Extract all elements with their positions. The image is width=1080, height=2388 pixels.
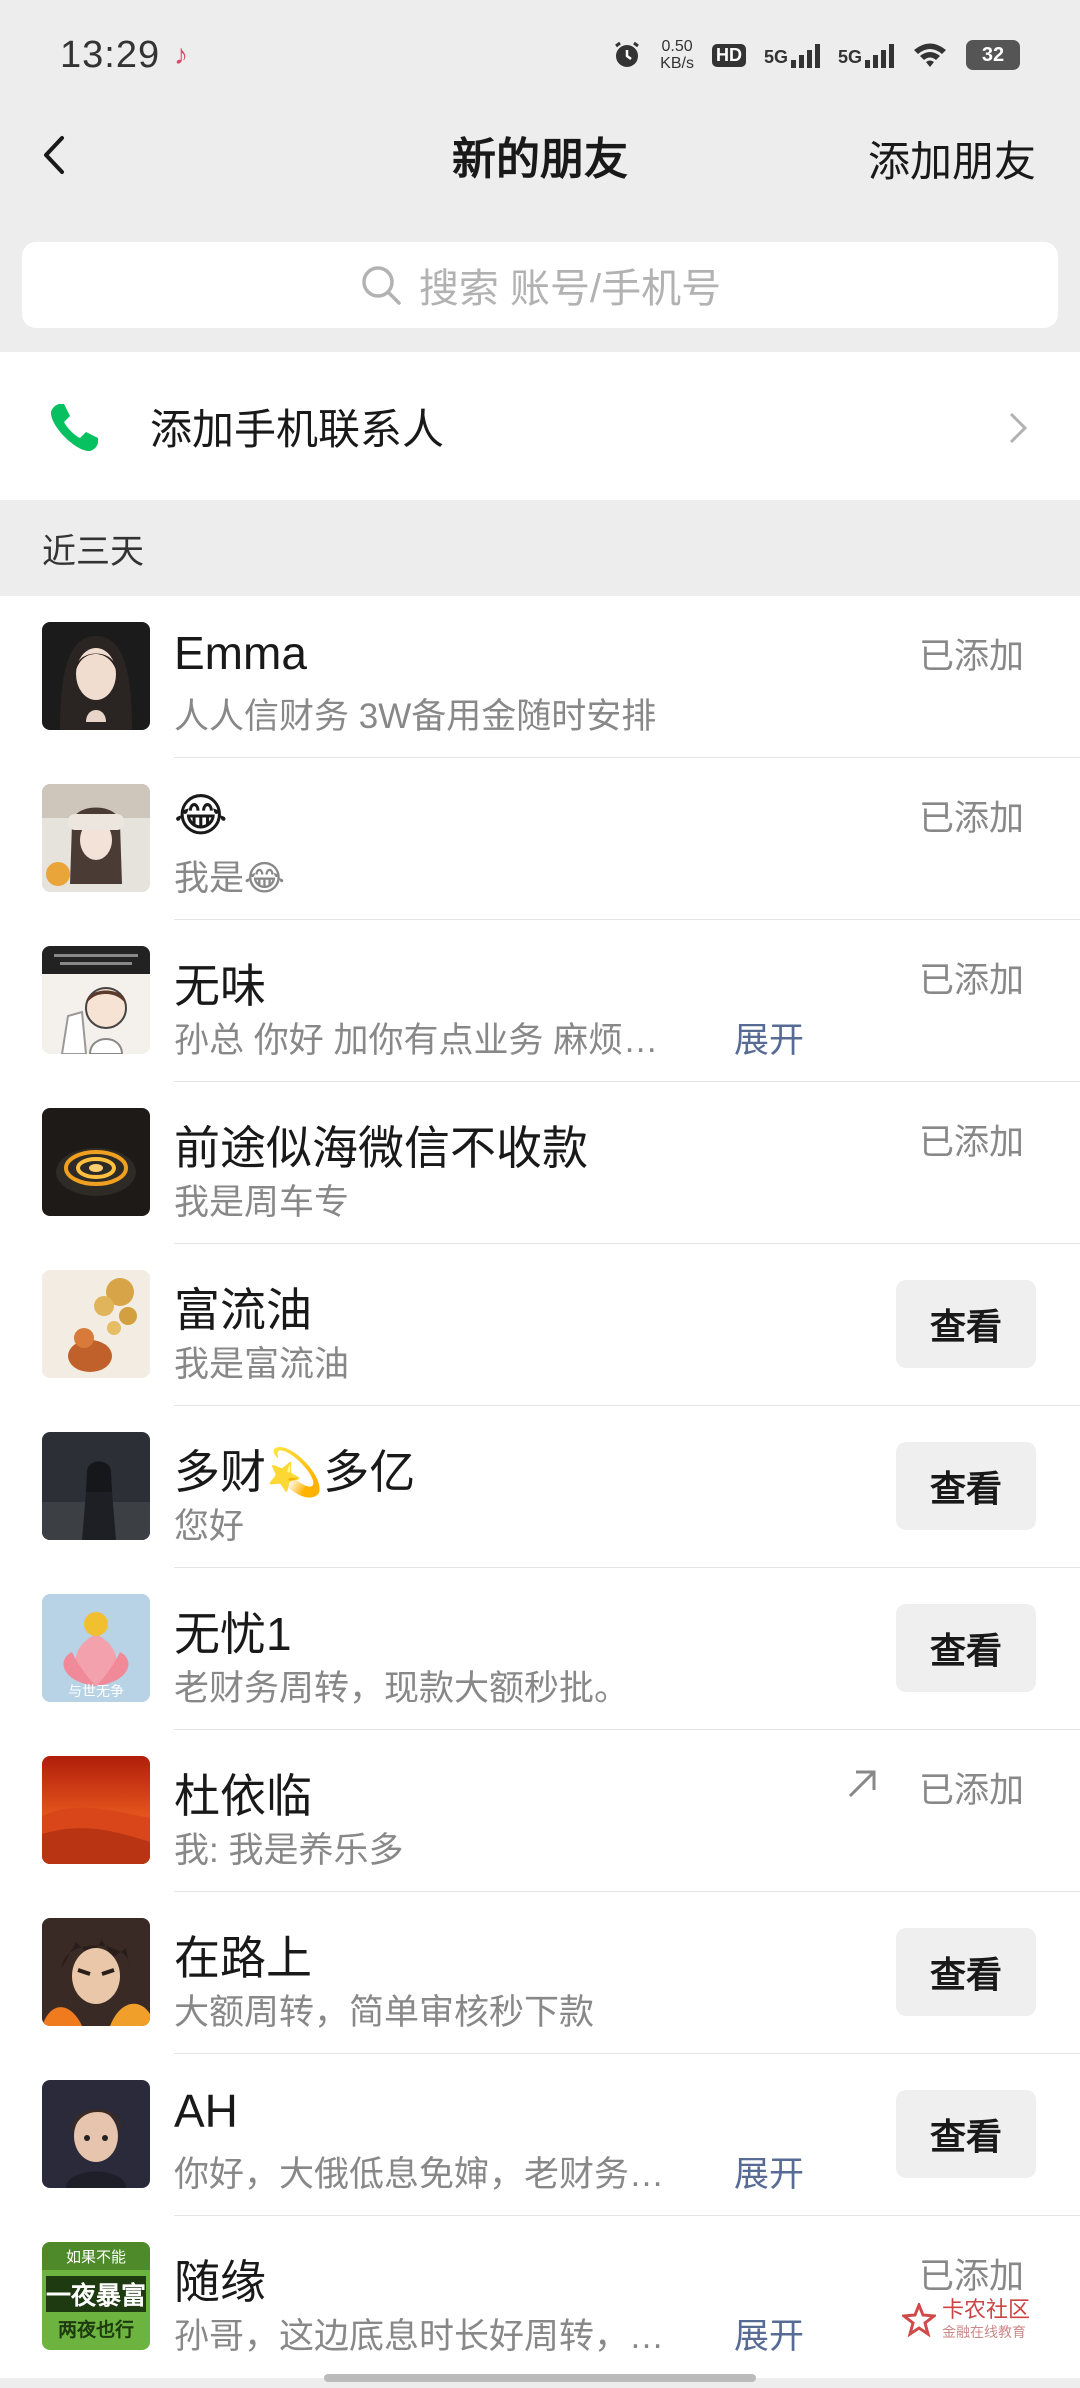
avatar — [42, 622, 150, 730]
chevron-right-icon — [1009, 412, 1028, 444]
avatar — [42, 1756, 150, 1864]
back-icon[interactable] — [34, 132, 80, 178]
watermark-logo-icon — [902, 2303, 936, 2337]
request-message: 人人信财务 3W备用金随时安排 — [174, 697, 657, 736]
avatar — [42, 1918, 150, 2026]
request-message: 孙总 你好 加你有点业务 麻烦… — [174, 1021, 659, 1060]
added-status: 已添加 — [918, 1123, 1024, 1162]
status-time: 13:29 — [60, 33, 161, 76]
friend-request-list: Emma 人人信财务 3W备用金随时安排 已添加 😂 我是😂 已添加 无味 孙总… — [0, 596, 1080, 2378]
section-header-recent: 近三天 — [0, 500, 1080, 596]
signal-5g-icon-2: 5G — [838, 42, 894, 68]
hd-icon: HD — [711, 43, 746, 67]
request-message: 你好，大俄低息免婶，老财务… — [174, 2155, 665, 2194]
avatar-caption-1: 如果不能 — [66, 2248, 126, 2266]
avatar — [42, 2080, 150, 2188]
request-message: 老财务周转，现款大额秒批。 — [174, 1669, 630, 1708]
list-item[interactable]: 😂 我是😂 已添加 — [0, 758, 1080, 920]
search-input[interactable]: 搜索 账号/手机号 — [22, 242, 1058, 328]
tiktok-icon: ♪ — [174, 39, 189, 70]
home-indicator[interactable] — [324, 2374, 756, 2382]
request-message: 我: 我是养乐多 — [174, 1831, 404, 1870]
request-message: 我是富流油 — [174, 1345, 350, 1384]
list-item[interactable]: 前途似海微信不收款 我是周车专 已添加 — [0, 1082, 1080, 1244]
phone-icon — [50, 404, 98, 452]
view-button[interactable]: 查看 — [896, 1604, 1036, 1692]
list-item[interactable]: 如果不能 一夜暴富 两夜也行 随缘 孙哥，这边底息时长好周转，… 展开 已添加 — [0, 2216, 1080, 2378]
contact-name: 在路上 — [174, 1932, 312, 1984]
list-item[interactable]: 杜依临 我: 我是养乐多 已添加 — [0, 1730, 1080, 1892]
added-status: 已添加 — [918, 637, 1024, 676]
avatar — [42, 1108, 150, 1216]
view-button[interactable]: 查看 — [896, 1280, 1036, 1368]
request-message: 您好 — [174, 1507, 245, 1546]
request-message: 我是😂 — [174, 859, 285, 899]
contact-name: 多财💫多亿 — [174, 1445, 416, 1499]
contact-name: 😂 — [174, 788, 228, 842]
avatar-caption: 与世无争 — [68, 1684, 124, 1700]
contact-name: AH — [174, 2085, 238, 2137]
signal-5g-icon-1: 5G — [764, 42, 820, 68]
search-placeholder: 搜索 账号/手机号 — [418, 267, 722, 311]
add-friend-button[interactable]: 添加朋友 — [868, 128, 1036, 189]
wifi-icon — [914, 43, 946, 67]
watermark-name: 卡农社区 — [942, 2297, 1031, 2322]
avatar — [42, 946, 150, 1054]
list-item[interactable]: 在路上 大额周转，简单审核秒下款 查看 — [0, 1892, 1080, 2054]
list-item[interactable]: 与世无争 无忧1 老财务周转，现款大额秒批。 查看 — [0, 1568, 1080, 1730]
contact-name: 随缘 — [174, 2256, 266, 2308]
search-icon — [362, 266, 401, 305]
watermark-sub: 金融在线教育 — [942, 2324, 1026, 2340]
list-item[interactable]: AH 你好，大俄低息免婶，老财务… 展开 查看 — [0, 2054, 1080, 2216]
list-item[interactable]: 无味 孙总 你好 加你有点业务 麻烦… 展开 已添加 — [0, 920, 1080, 1082]
avatar — [42, 784, 150, 892]
list-item[interactable]: Emma 人人信财务 3W备用金随时安排 已添加 — [0, 596, 1080, 758]
avatar: 如果不能 一夜暴富 两夜也行 — [42, 2242, 150, 2350]
status-bar: 13:29 ♪ 0.50 KB/s HD 5G 5G 32 — [0, 0, 1080, 110]
avatar: 与世无争 — [42, 1594, 150, 1702]
nav-bar: 新的朋友 添加朋友 — [0, 110, 1080, 200]
network-speed: 0.50 KB/s — [660, 38, 694, 72]
view-button[interactable]: 查看 — [896, 1928, 1036, 2016]
watermark: 卡农社区 金融在线教育 — [902, 2298, 1030, 2342]
avatar — [42, 1432, 150, 1540]
alarm-icon — [615, 41, 640, 67]
view-button[interactable]: 查看 — [896, 1442, 1036, 1530]
added-status: 已添加 — [918, 1771, 1024, 1810]
request-message: 孙哥，这边底息时长好周转，… — [174, 2317, 665, 2356]
expand-link[interactable]: 展开 — [734, 2146, 804, 2197]
expand-link[interactable]: 展开 — [734, 2308, 804, 2359]
list-item[interactable]: 富流油 我是富流油 查看 — [0, 1244, 1080, 1406]
added-status: 已添加 — [918, 799, 1024, 838]
request-message: 大额周转，简单审核秒下款 — [174, 1993, 595, 2032]
status-icons: 0.50 KB/s HD 5G 5G 32 — [612, 38, 1020, 72]
request-message: 我是周车专 — [174, 1183, 350, 1222]
contact-name: 富流油 — [174, 1284, 312, 1336]
contact-name: 前途似海微信不收款 — [174, 1122, 588, 1174]
battery-icon: 32 — [966, 40, 1020, 70]
contact-name: Emma — [174, 627, 307, 679]
added-status: 已添加 — [918, 2257, 1024, 2296]
avatar-caption-3: 两夜也行 — [58, 2318, 134, 2341]
contact-name: 无味 — [174, 960, 266, 1012]
add-phone-contacts-row[interactable]: 添加手机联系人 — [0, 352, 1080, 500]
add-phone-contacts-label: 添加手机联系人 — [150, 405, 445, 453]
avatar-caption-2: 一夜暴富 — [46, 2281, 146, 2310]
contact-name: 杜依临 — [174, 1770, 312, 1822]
expand-link[interactable]: 展开 — [734, 1012, 804, 1063]
contact-name: 无忧1 — [174, 1608, 292, 1660]
outgoing-arrow-icon — [848, 1770, 876, 1798]
view-button[interactable]: 查看 — [896, 2090, 1036, 2178]
avatar — [42, 1270, 150, 1378]
page-title: 新的朋友 — [452, 135, 628, 184]
list-item[interactable]: 多财💫多亿 您好 查看 — [0, 1406, 1080, 1568]
added-status: 已添加 — [918, 961, 1024, 1000]
